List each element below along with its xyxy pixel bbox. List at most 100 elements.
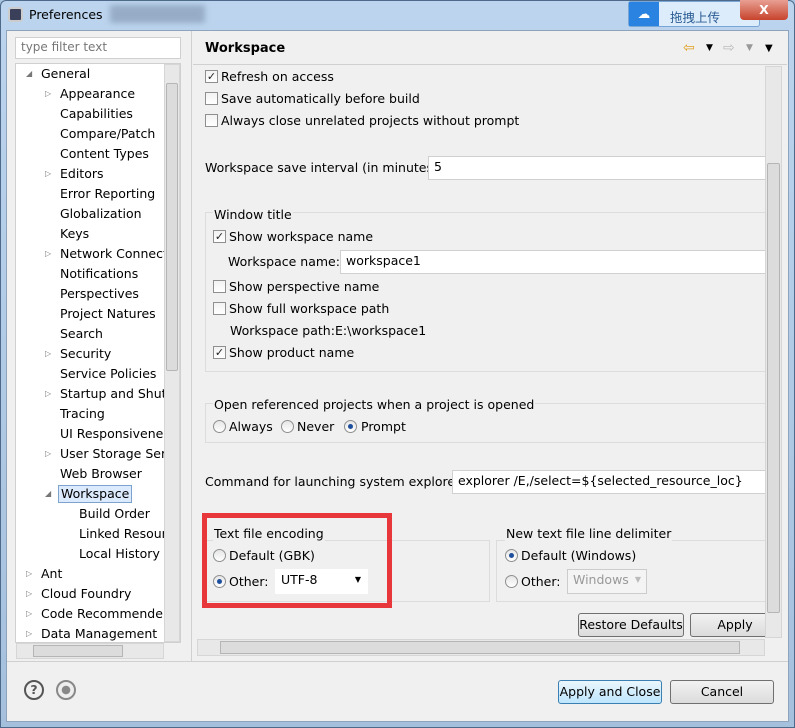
collapsed-arrow-icon[interactable]: ▷ [26,589,32,598]
tree-item[interactable]: Error Reporting [58,185,157,203]
expanded-arrow-icon[interactable]: ◢ [45,489,51,498]
tree-item[interactable]: Build Order [77,505,152,523]
page-title: Workspace [205,41,286,56]
refresh-on-access-checkbox[interactable]: ✓ [205,70,218,83]
save-interval-label: Workspace save interval (in minutes): [205,160,443,175]
title-bar: Preferences ☁ 拖拽上传 X [0,0,795,30]
filter-input[interactable]: type filter text [15,37,181,59]
footer-separator [7,661,788,662]
explorer-command-label: Command for launching system explorer: [205,474,465,489]
save-automatically-checkbox[interactable] [205,92,218,105]
tree-item[interactable]: Web Browser [58,465,144,483]
tree-item[interactable]: Service Policies [58,365,158,383]
tree-item[interactable]: Local History [77,545,162,563]
save-interval-input[interactable]: 5 [428,156,768,180]
forward-icon[interactable]: ⇨ [723,40,735,56]
show-perspective-label: Show perspective name [229,279,380,294]
forward-menu-icon[interactable]: ▼ [746,43,753,53]
delimiter-select[interactable]: Windows ▼ [567,569,647,594]
sash-divider[interactable] [191,31,192,661]
show-product-name-label: Show product name [229,345,355,360]
tree-item[interactable]: Network Connecti [58,245,173,263]
tree-item[interactable]: Globalization [58,205,144,223]
save-automatically-label: Save automatically before build [221,91,420,106]
tree-item[interactable]: Workspace [58,485,133,503]
content-vertical-scrollbar[interactable] [765,66,782,638]
blurred-region [110,5,205,23]
close-button[interactable]: X [740,0,788,20]
header-separator [193,64,787,65]
view-menu-icon[interactable]: ▼ [765,43,773,54]
collapsed-arrow-icon[interactable]: ▷ [26,569,32,578]
delimiter-default-radio[interactable] [505,549,518,562]
tree-item[interactable]: Compare/Patch [58,125,157,143]
collapsed-arrow-icon[interactable]: ▷ [45,169,51,178]
collapsed-arrow-icon[interactable]: ▷ [45,449,51,458]
tree-item[interactable]: Notifications [58,265,140,283]
tree-item[interactable]: Project Natures [58,305,158,323]
always-close-checkbox[interactable] [205,114,218,127]
back-icon[interactable]: ⇦ [683,40,695,56]
collapsed-arrow-icon[interactable]: ▷ [26,629,32,638]
delimiter-other-radio[interactable] [505,575,518,588]
explorer-command-input[interactable]: explorer /E,/select=${selected_resource_… [452,470,768,494]
apply-and-close-button[interactable]: Apply and Close [558,680,662,704]
tree-item[interactable]: Ant [39,565,64,583]
show-full-path-checkbox[interactable] [213,302,226,315]
tree-item[interactable]: Search [58,325,105,343]
show-product-name-checkbox[interactable]: ✓ [213,346,226,359]
tree-item[interactable]: Content Types [58,145,151,163]
window-title-group-label: Window title [213,207,293,222]
always-radio[interactable] [213,420,226,433]
chevron-down-icon: ▼ [634,575,641,584]
collapsed-arrow-icon[interactable]: ▷ [45,249,51,258]
collapsed-arrow-icon[interactable]: ▷ [45,89,51,98]
tree-item[interactable]: Tracing [58,405,107,423]
show-workspace-name-checkbox[interactable]: ✓ [213,230,226,243]
tree-item[interactable]: Code Recommenders [39,605,177,623]
back-menu-icon[interactable]: ▼ [706,43,713,53]
prompt-radio[interactable] [344,420,357,433]
scroll-thumb[interactable] [220,641,740,654]
show-full-path-label: Show full workspace path [229,301,390,316]
tree-item[interactable]: General [39,65,92,83]
tree-vertical-scrollbar[interactable] [164,64,180,642]
upload-label: 拖拽上传 [670,10,721,25]
always-close-label: Always close unrelated projects without … [221,113,520,128]
tree-item[interactable]: Cloud Foundry [39,585,133,603]
scroll-thumb[interactable] [166,83,178,371]
window-title: Preferences [29,7,103,22]
cancel-button[interactable]: Cancel [670,680,774,704]
collapsed-arrow-icon[interactable]: ▷ [45,389,51,398]
preference-tree: ◢ General ▷ Appearance Capabilities Compare/P… [15,63,181,643]
scroll-thumb[interactable] [767,163,780,613]
collapsed-arrow-icon[interactable]: ▷ [26,609,32,618]
restore-defaults-button[interactable]: Restore Defaults [578,613,684,637]
delimiter-select-value: Windows [573,572,629,587]
tree-item[interactable]: Data Management [39,625,159,642]
tree-item[interactable]: Perspectives [58,285,141,303]
expanded-arrow-icon[interactable]: ◢ [26,69,32,78]
never-radio[interactable] [281,420,294,433]
tree-item[interactable]: Security [58,345,113,363]
show-perspective-checkbox[interactable] [213,280,226,293]
workspace-name-input[interactable]: workspace1 [340,250,768,274]
scroll-thumb[interactable] [33,645,123,657]
tree-item[interactable]: Capabilities [58,105,135,123]
collapsed-arrow-icon[interactable]: ▷ [45,349,51,358]
highlight-box [202,513,392,608]
content-horizontal-scrollbar[interactable] [197,639,765,656]
tree-horizontal-scrollbar[interactable] [16,643,164,659]
delimiter-default-label: Default (Windows) [521,548,637,563]
tree-item[interactable]: User Storage Serv [58,445,176,463]
tree-item[interactable]: Keys [58,225,91,243]
tree-item[interactable]: Linked Resourc [77,525,175,543]
refresh-on-access-label: Refresh on access [221,69,334,84]
record-icon[interactable] [56,680,76,700]
tree-item[interactable]: Editors [58,165,106,183]
workspace-path-value: E:\workspace1 [335,323,427,338]
help-icon[interactable]: ? [24,680,44,700]
tree-item[interactable]: UI Responsiveness [58,425,178,443]
tree-item[interactable]: Appearance [58,85,137,103]
tree-item[interactable]: Startup and Shutd [58,385,176,403]
